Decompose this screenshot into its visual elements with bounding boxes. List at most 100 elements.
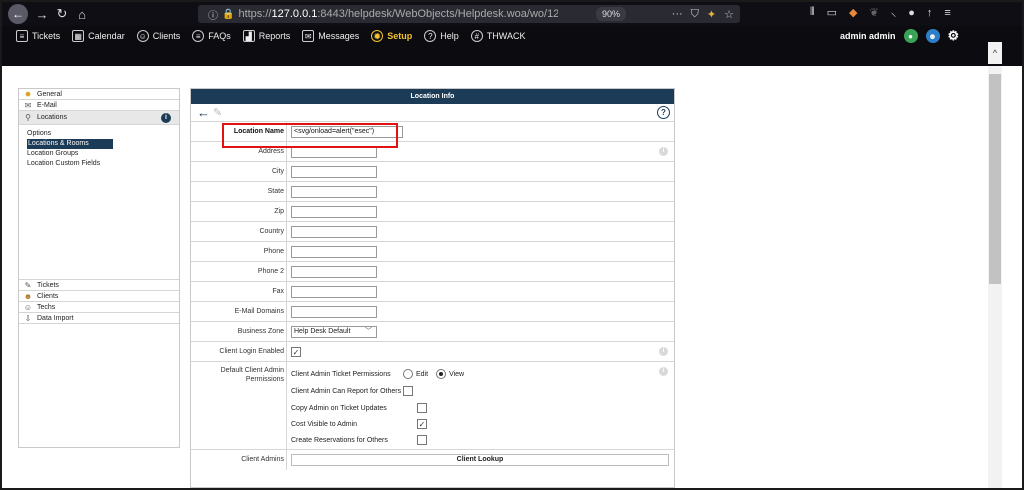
info-icon[interactable]: i bbox=[659, 147, 668, 156]
sidebar-item-general[interactable]: ✹ General bbox=[19, 89, 179, 100]
sidebar-sub-options[interactable]: Options bbox=[27, 129, 179, 139]
back-arrow-icon[interactable]: ← bbox=[197, 105, 210, 120]
row-client-admins: Client Admins Client Lookup bbox=[191, 450, 674, 470]
city-input[interactable] bbox=[291, 166, 377, 178]
calendar-icon: ▦ bbox=[72, 30, 85, 42]
url-bar[interactable]: ⓘ 🔒 https://127.0.0.1:8443/helpdesk/WebO… bbox=[198, 5, 740, 23]
state-input[interactable] bbox=[291, 186, 377, 198]
row-zip: Zip bbox=[191, 202, 674, 222]
copy-admin-label: Copy Admin on Ticket Updates bbox=[291, 404, 387, 412]
report-for-others-checkbox[interactable] bbox=[403, 386, 413, 396]
phone2-input[interactable] bbox=[291, 266, 377, 278]
fax-input[interactable] bbox=[291, 286, 377, 298]
location-name-highlight-box bbox=[222, 123, 398, 148]
home-icon[interactable]: ⌂ bbox=[72, 4, 92, 24]
info-icon[interactable]: i bbox=[659, 347, 668, 356]
sidebar-sub-locations-rooms[interactable]: Locations & Rooms bbox=[27, 139, 113, 149]
row-city: City bbox=[191, 162, 674, 182]
status-icon[interactable]: ● bbox=[903, 29, 918, 43]
reload-icon[interactable]: ↻ bbox=[52, 4, 72, 24]
info-icon[interactable]: ⓘ bbox=[208, 7, 218, 22]
cost-visible-checkbox[interactable]: ✓ bbox=[417, 419, 427, 429]
gear-icon: ✹ bbox=[371, 30, 384, 42]
sidebar-sub-location-custom-fields[interactable]: Location Custom Fields bbox=[27, 159, 179, 169]
chart-icon: ▟ bbox=[242, 30, 255, 42]
email-domains-input[interactable] bbox=[291, 306, 377, 318]
zip-label: Zip bbox=[191, 202, 287, 221]
scrollbar-thumb[interactable] bbox=[989, 74, 1001, 284]
report-for-others-label: Client Admin Can Report for Others bbox=[291, 387, 402, 395]
url-text: https://127.0.0.1:8443/helpdesk/WebObjec… bbox=[238, 8, 559, 20]
extension-icon[interactable]: ✦ bbox=[707, 8, 716, 21]
import-icon: ⇩ bbox=[24, 313, 32, 323]
info-badge-icon[interactable]: i bbox=[161, 113, 171, 123]
ticket-icon: ✎ bbox=[24, 280, 32, 290]
menu-messages[interactable]: ✉ Messages bbox=[302, 30, 359, 42]
scroll-up-icon[interactable]: ^ bbox=[988, 42, 1002, 64]
sidebar-item-email[interactable]: ✉ E-Mail bbox=[19, 100, 179, 111]
panel-toolbar: ← ✎ ? bbox=[191, 104, 674, 122]
state-label: State bbox=[191, 182, 287, 201]
menu-calendar[interactable]: ▦ Calendar bbox=[72, 30, 125, 42]
menu-faqs[interactable]: ≡ FAQs bbox=[192, 30, 231, 42]
page-scrollbar[interactable] bbox=[988, 66, 1002, 488]
sidebar-item-clients[interactable]: ☻ Clients bbox=[19, 291, 179, 302]
edit-pencil-icon[interactable]: ✎ bbox=[213, 106, 222, 119]
reservations-label: Create Reservations for Others bbox=[291, 436, 388, 444]
forward-arrow-icon[interactable]: → bbox=[32, 4, 52, 24]
edit-radio[interactable] bbox=[403, 369, 413, 379]
business-zone-select[interactable]: Help Desk Default ﹀ bbox=[291, 326, 377, 338]
sidebar-sub-location-groups[interactable]: Location Groups bbox=[27, 149, 179, 159]
reservations-checkbox[interactable] bbox=[417, 435, 427, 445]
sidebar-icon[interactable]: ▭ bbox=[827, 6, 837, 19]
chevron-down-icon: ﹀ bbox=[365, 328, 372, 335]
view-radio[interactable] bbox=[436, 369, 447, 379]
business-zone-label: Business Zone bbox=[191, 322, 287, 341]
sidebar-item-techs[interactable]: ☺ Techs bbox=[19, 302, 179, 313]
menu-thwack[interactable]: # THWACK bbox=[470, 30, 525, 42]
ticket-permissions-label: Client Admin Ticket Permissions bbox=[291, 370, 391, 378]
sidebar-item-data-import[interactable]: ⇩ Data Import bbox=[19, 313, 179, 324]
client-admins-label: Client Admins bbox=[191, 450, 287, 470]
more-actions-icon[interactable]: ··· bbox=[672, 8, 683, 20]
city-label: City bbox=[191, 162, 287, 181]
question-icon: ? bbox=[424, 30, 437, 42]
row-fax: Fax bbox=[191, 282, 674, 302]
pocket-icon[interactable]: ⛉ bbox=[691, 8, 699, 21]
sidebar-item-locations[interactable]: ⚲ Locations i bbox=[19, 111, 179, 125]
sidebar-item-tickets[interactable]: ✎ Tickets bbox=[19, 280, 179, 291]
phone-input[interactable] bbox=[291, 246, 377, 258]
list-icon: ≡ bbox=[16, 30, 28, 42]
fax-label: Fax bbox=[191, 282, 287, 301]
user-name[interactable]: admin admin bbox=[840, 31, 896, 41]
copy-admin-checkbox[interactable] bbox=[417, 403, 427, 413]
help-icon[interactable]: ? bbox=[657, 106, 670, 119]
bookmark-star-icon[interactable]: ☆ bbox=[724, 8, 734, 21]
menu-reports[interactable]: ▟ Reports bbox=[242, 30, 290, 42]
zip-input[interactable] bbox=[291, 206, 377, 218]
zoom-level[interactable]: 90% bbox=[596, 7, 627, 21]
client-login-checkbox[interactable]: ✓ bbox=[291, 347, 301, 357]
account-icon[interactable]: ● bbox=[908, 7, 915, 19]
faq-icon: ≡ bbox=[192, 30, 205, 42]
menu-setup[interactable]: ✹ Setup bbox=[371, 30, 412, 42]
eyedropper-icon[interactable]: ⸜ bbox=[891, 5, 897, 20]
row-country: Country bbox=[191, 222, 674, 242]
back-arrow-icon[interactable]: ← bbox=[8, 4, 28, 24]
menu-clients[interactable]: ☺ Clients bbox=[136, 30, 180, 42]
lock-warning-icon[interactable]: 🔒 bbox=[222, 9, 234, 20]
info-icon[interactable]: i bbox=[659, 367, 668, 376]
settings-gear-icon[interactable]: ⚙ bbox=[948, 28, 960, 44]
menu-tickets[interactable]: ≡ Tickets bbox=[16, 30, 60, 42]
user-avatar-icon[interactable]: ☻ bbox=[925, 29, 940, 43]
menu-help[interactable]: ? Help bbox=[424, 30, 459, 42]
upload-icon[interactable]: ↑ bbox=[927, 7, 933, 19]
library-icon[interactable]: ⫴ bbox=[810, 6, 815, 19]
email-domains-label: E-Mail Domains bbox=[191, 302, 287, 321]
client-lookup-header[interactable]: Client Lookup bbox=[291, 454, 669, 466]
fox-extension-icon[interactable]: ◆ bbox=[849, 6, 857, 19]
hamburger-menu-icon[interactable]: ≡ bbox=[944, 7, 950, 19]
cost-visible-label: Cost Visible to Admin bbox=[291, 420, 358, 428]
leaf-extension-icon[interactable]: ❦ bbox=[870, 6, 879, 19]
country-input[interactable] bbox=[291, 226, 377, 238]
